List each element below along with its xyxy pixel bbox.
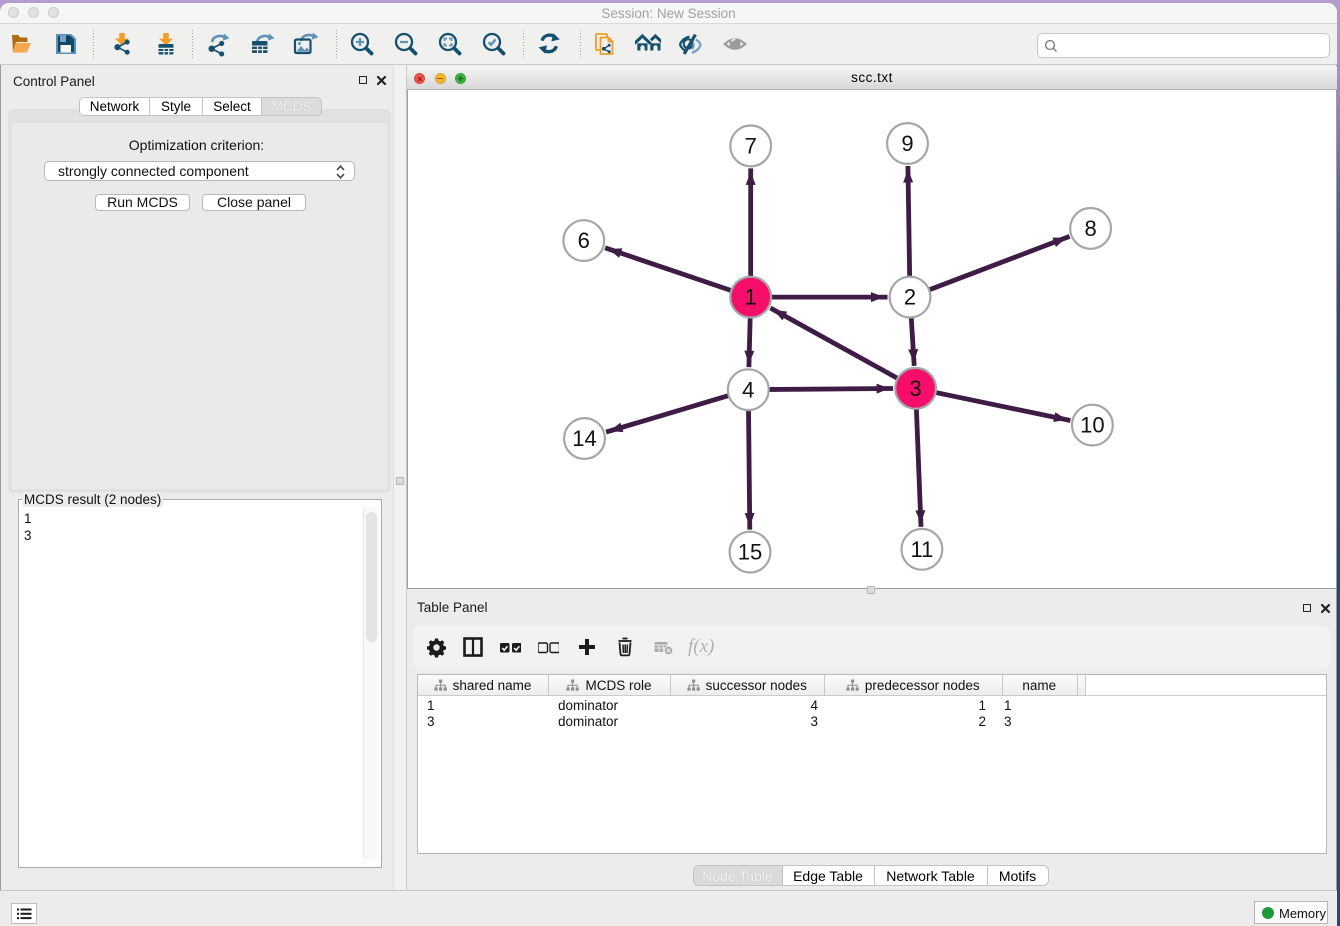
svg-text:10: 10: [1080, 413, 1104, 438]
svg-text:8: 8: [1084, 216, 1096, 241]
svg-text:4: 4: [742, 377, 754, 402]
svg-text:11: 11: [910, 537, 933, 562]
svg-text:9: 9: [901, 131, 913, 156]
svg-text:15: 15: [738, 540, 762, 565]
svg-text:1: 1: [745, 285, 757, 310]
svg-text:7: 7: [745, 134, 757, 159]
svg-text:2: 2: [904, 285, 916, 310]
svg-text:3: 3: [909, 376, 921, 401]
svg-text:14: 14: [572, 426, 596, 451]
svg-text:6: 6: [578, 228, 590, 253]
